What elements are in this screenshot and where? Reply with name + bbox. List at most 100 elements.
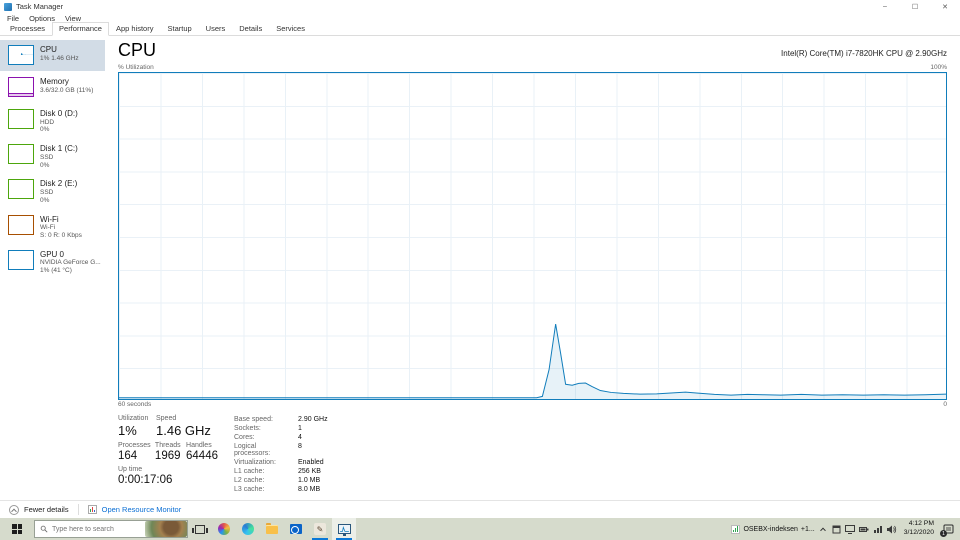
notification-center-button[interactable]: 1 [940, 518, 957, 540]
cpu-utilization-chart[interactable] [118, 72, 947, 400]
tab-startup[interactable]: Startup [160, 22, 198, 36]
window-controls: – ☐ ✕ [870, 0, 960, 13]
detail-value: 2.90 GHz [298, 416, 328, 423]
ticker-name: OSEBX-indeksen [743, 525, 798, 533]
taskbar-search-box[interactable] [34, 520, 188, 538]
sidebar-item-subtitle2: 1% (41 °C) [40, 267, 72, 275]
detail-label: Sockets: [234, 425, 261, 432]
pinwheel-app-icon [218, 523, 230, 535]
title-bar: Task Manager – ☐ ✕ [0, 0, 960, 13]
start-button[interactable] [0, 518, 34, 540]
uptime-value: 0:00:17:06 [118, 474, 173, 486]
detail-value: 8 [298, 443, 302, 450]
clock-date: 3/12/2020 [903, 529, 934, 536]
stock-ticker[interactable]: OSEBX-indeksen +1... [731, 524, 815, 534]
tray-app-window-icon[interactable] [831, 523, 842, 535]
minimize-button[interactable]: – [870, 0, 900, 13]
task-manager-icon [337, 524, 351, 536]
sidebar-item-title: CPU [40, 45, 57, 54]
wifi-thumbnail-graph [8, 214, 34, 235]
tray-network-icon[interactable] [873, 523, 884, 535]
processes-value: 164 [118, 450, 138, 462]
detail-value: Enabled [298, 459, 324, 466]
open-resource-monitor-link[interactable]: Open Resource Monitor [102, 505, 182, 514]
sidebar-item-memory[interactable]: Memory 3.6/32.0 GB (11%) [0, 72, 105, 103]
taskbar: ✎ OSEBX-indeksen +1... 4:12 PM 3/12/2 [0, 518, 960, 540]
detail-label: Logical processors: [234, 443, 271, 457]
tray-display-icon[interactable] [845, 523, 856, 535]
edge-icon [242, 523, 254, 535]
threads-value: 1969 [154, 450, 181, 462]
detail-value: 1 [298, 425, 302, 432]
gpu-thumbnail-graph [8, 249, 34, 270]
tab-processes[interactable]: Processes [3, 22, 52, 36]
handles-value: 64446 [186, 450, 218, 462]
task-view-button[interactable] [188, 518, 212, 540]
tray-volume-icon[interactable] [887, 523, 898, 535]
page-title: CPU [118, 40, 157, 60]
detail-value: 8.0 MB [298, 486, 321, 493]
file-explorer-button[interactable] [260, 518, 284, 540]
tab-performance[interactable]: Performance [52, 22, 109, 36]
pen-icon: ✎ [314, 523, 326, 535]
sidebar-item-subtitle: Wi-Fi [40, 224, 56, 232]
search-input[interactable] [52, 525, 141, 533]
notification-badge: 1 [940, 530, 947, 537]
speed-label: Speed [156, 415, 177, 422]
handles-label: Handles [186, 442, 212, 449]
cpu-stats: Utilization 1% Speed 1.46 GHz Processes … [118, 415, 947, 493]
processes-label: Processes [118, 442, 151, 449]
resource-monitor-icon [87, 505, 97, 514]
sidebar-item-title: Wi-Fi [40, 214, 59, 224]
sidebar-item-subtitle: 3.6/32.0 GB (11%) [40, 86, 94, 94]
sidebar-item-subtitle: HDD [40, 118, 55, 126]
detail-value: 256 KB [298, 468, 321, 475]
tab-details[interactable]: Details [232, 22, 269, 36]
utilization-label: Utilization [118, 415, 149, 422]
task-manager-app-icon [4, 2, 12, 11]
ticker-change: +1... [800, 525, 815, 533]
tab-app-history[interactable]: App history [109, 22, 161, 36]
memory-thumbnail-graph [8, 77, 34, 97]
taskbar-clock[interactable]: 4:12 PM 3/12/2020 [904, 520, 934, 538]
cpu-thumbnail-graph [8, 45, 34, 65]
windows-logo-icon [12, 524, 22, 534]
edge-browser-button[interactable] [236, 518, 260, 540]
outlook-icon [290, 524, 302, 534]
outlook-button[interactable] [284, 518, 308, 540]
sidebar-item-disk1[interactable]: Disk 1 (C:) SSD 0% [0, 139, 105, 173]
tab-users[interactable]: Users [199, 22, 233, 36]
performance-content: CPU 1% 1.46 GHz Memory 3.6/32.0 GB (11%) Dis… [0, 36, 960, 500]
sidebar-item-disk0[interactable]: Disk 0 (D:) HDD 0% [0, 104, 105, 138]
detail-label: L2 cache: [234, 477, 265, 484]
sidebar-item-subtitle2: S: 0 R: 0 Kbps [40, 231, 82, 239]
fewer-details-button[interactable]: Fewer details [24, 505, 69, 514]
tray-battery-icon[interactable] [859, 523, 870, 535]
close-button[interactable]: ✕ [930, 0, 960, 13]
detail-label: Base speed: [234, 416, 273, 423]
chevron-up-icon [9, 504, 19, 515]
search-highlight-image[interactable] [145, 521, 187, 537]
x-axis-right-label: 0 [943, 401, 947, 408]
y-axis-label: % Utilization [118, 64, 154, 71]
sidebar-item-cpu[interactable]: CPU 1% 1.46 GHz [0, 40, 105, 71]
search-icon [40, 525, 48, 533]
pinned-app-colorful-button[interactable] [212, 518, 236, 540]
disk2-thumbnail-graph [8, 179, 34, 200]
sidebar-item-disk2[interactable]: Disk 2 (E:) SSD 0% [0, 174, 105, 208]
task-manager-taskbar-button[interactable] [332, 518, 356, 540]
sidebar-item-title: GPU 0 [40, 249, 65, 259]
disk1-thumbnail-graph [8, 144, 34, 165]
maximize-button[interactable]: ☐ [900, 0, 930, 13]
sidebar-item-title: Memory [40, 77, 69, 86]
pen-app-button[interactable]: ✎ [308, 518, 332, 540]
speed-value: 1.46 GHz [156, 423, 211, 438]
sidebar-item-gpu[interactable]: GPU 0 NVIDIA GeForce G... 1% (41 °C) [0, 245, 105, 279]
detail-label: L3 cache: [234, 486, 265, 493]
sidebar-item-wifi[interactable]: Wi-Fi Wi-Fi S: 0 R: 0 Kbps [0, 210, 105, 244]
tab-services[interactable]: Services [269, 22, 312, 36]
detail-label: L1 cache: [234, 468, 265, 475]
show-hidden-icons-button[interactable] [818, 527, 828, 534]
disk0-thumbnail-graph [8, 109, 34, 129]
threads-label: Threads [154, 442, 181, 449]
